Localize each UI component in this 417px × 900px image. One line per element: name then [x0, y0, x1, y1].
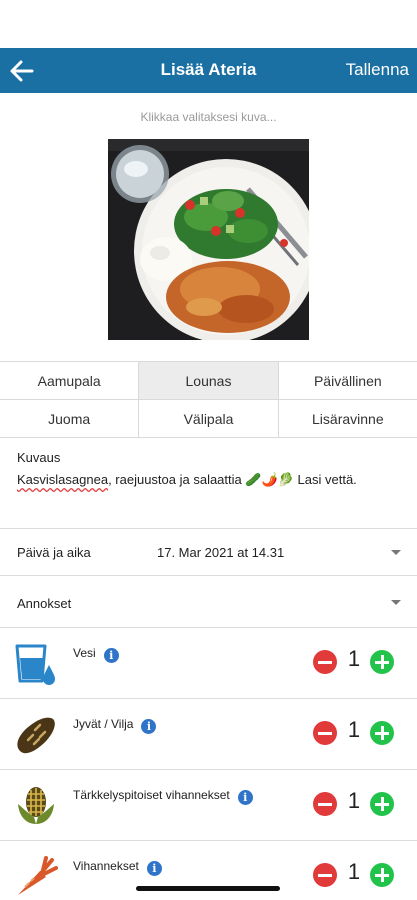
decrement-button[interactable] [313, 792, 337, 816]
category-valipala[interactable]: Välipala [139, 400, 279, 437]
portion-label: Vihannekset i [73, 859, 162, 876]
info-icon[interactable]: i [146, 861, 162, 876]
decrement-button[interactable] [313, 650, 337, 674]
datetime-label: Päivä ja aika [17, 545, 91, 560]
meal-category-row: Aamupala Lounas Päivällinen [0, 362, 417, 400]
portion-label: Jyvät / Vilja i [73, 717, 157, 734]
portion-count: 1 [347, 646, 361, 671]
portion-row-grains: Jyvät / Vilja i 1 [0, 698, 417, 769]
category-lounas[interactable]: Lounas [139, 362, 279, 399]
description-misspelled-word: Kasvislasagnea [17, 472, 109, 487]
increment-button[interactable] [370, 650, 394, 674]
home-indicator [136, 886, 280, 891]
category-paivallinen[interactable]: Päivällinen [279, 362, 417, 399]
description-section[interactable]: Kuvaus Kasvislasagnea, raejuustoa ja sal… [17, 450, 407, 489]
chevron-down-icon [391, 550, 401, 555]
decrement-button[interactable] [313, 721, 337, 745]
meal-photo-image [108, 139, 309, 340]
portion-row-water: Vesi i 1 [0, 627, 417, 698]
description-label: Kuvaus [17, 450, 61, 465]
category-lisaravinne[interactable]: Lisäravinne [279, 400, 417, 437]
category-juoma[interactable]: Juoma [0, 400, 140, 437]
meal-category-row: Juoma Välipala Lisäravinne [0, 400, 417, 438]
nav-bar: Lisää Ateria Tallenna [0, 48, 417, 93]
category-aamupala[interactable]: Aamupala [0, 362, 140, 399]
portion-label: Vesi i [73, 646, 119, 663]
description-input[interactable]: Kasvislasagnea, raejuustoa ja salaattia … [17, 471, 407, 489]
increment-button[interactable] [370, 863, 394, 887]
description-text: , raejuustoa ja salaattia 🥒🌶️🥬 Lasi vett… [108, 472, 357, 487]
portions-header-label: Annokset [17, 596, 72, 611]
info-icon[interactable]: i [237, 790, 253, 805]
chevron-down-icon [391, 600, 401, 605]
corn-icon [18, 787, 54, 824]
carrot-icon [18, 856, 58, 895]
increment-button[interactable] [370, 792, 394, 816]
portion-row-vegetables: Vihannekset i 1 [0, 840, 417, 900]
portion-row-starchy-vegetables: Tärkkelyspitoiset vihannekset i 1 [0, 769, 417, 840]
increment-button[interactable] [370, 721, 394, 745]
datetime-value: 17. Mar 2021 at 14.31 [157, 545, 285, 560]
photo-hint[interactable]: Klikkaa valitaksesi kuva... [0, 110, 417, 124]
meal-category-grid: Aamupala Lounas Päivällinen Juoma Välipa… [0, 361, 417, 438]
save-button[interactable]: Tallenna [346, 60, 409, 80]
portions-header-row[interactable]: Annokset [0, 575, 417, 627]
portion-count: 1 [347, 717, 361, 742]
meal-photo[interactable] [108, 139, 309, 340]
bread-icon [17, 717, 55, 754]
decrement-button[interactable] [313, 863, 337, 887]
portion-count: 1 [347, 859, 361, 884]
datetime-row[interactable]: Päivä ja aika 17. Mar 2021 at 14.31 [0, 528, 417, 575]
info-icon[interactable]: i [141, 719, 157, 734]
portion-label: Tärkkelyspitoiset vihannekset i [73, 788, 253, 805]
water-glass-icon [15, 644, 55, 685]
portion-count: 1 [347, 788, 361, 813]
info-icon[interactable]: i [103, 648, 119, 663]
